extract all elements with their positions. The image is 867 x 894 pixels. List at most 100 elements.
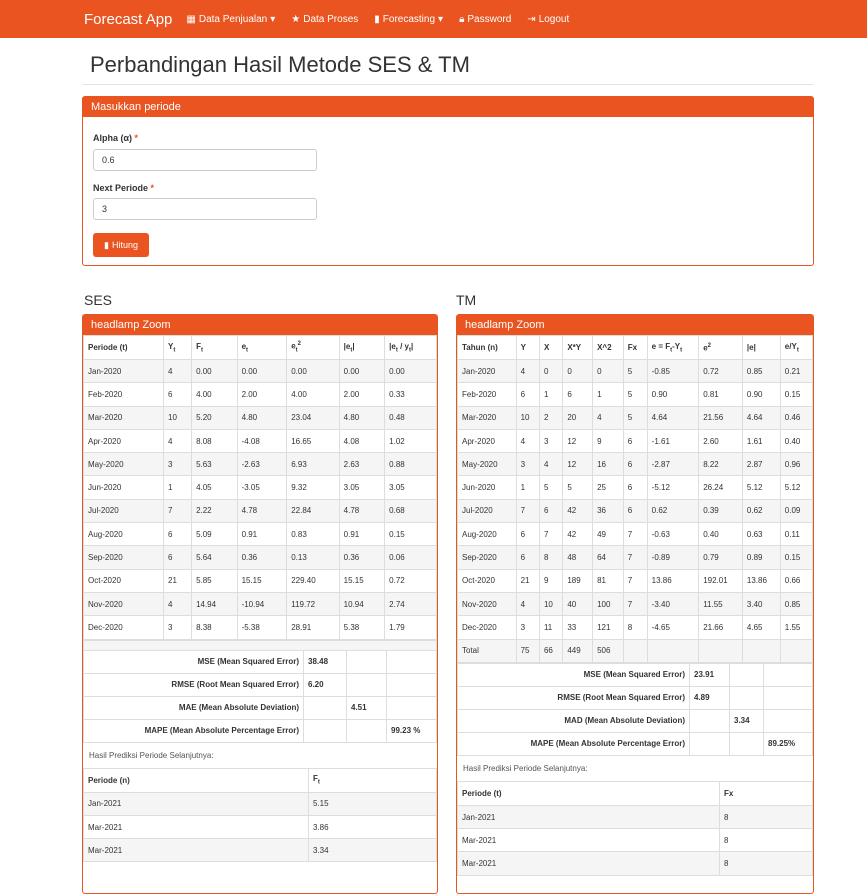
table-cell: 4.00 <box>286 382 340 407</box>
table-cell: 9 <box>592 428 624 454</box>
col-y: Y <box>515 335 540 360</box>
table-cell: 0.62 <box>741 498 781 524</box>
table-cell: 5 <box>622 382 648 407</box>
table-cell: 11.55 <box>698 591 743 617</box>
table-cell: 4.64 <box>741 405 781 430</box>
table-cell: Jul-2020 <box>83 498 164 524</box>
table-cell: 7 <box>162 498 193 524</box>
table-cell: 8 <box>719 828 813 853</box>
ses-title: SES <box>84 292 113 308</box>
table-cell: 5.20 <box>191 405 238 430</box>
table-cell: 0.72 <box>384 568 437 593</box>
table-cell: Dec-2020 <box>83 615 164 640</box>
table-cell: 25 <box>592 475 624 500</box>
table-cell: 2 <box>538 405 564 430</box>
table-cell: Jan-2020 <box>457 358 517 384</box>
table-cell: -3.40 <box>646 591 700 617</box>
table-cell: 3 <box>515 452 540 477</box>
table-row: Jan-2021 5.15 <box>83 791 437 816</box>
table-cell: 36 <box>592 498 624 524</box>
table-cell: Oct-2020 <box>457 568 517 593</box>
col-periode: Periode (t) <box>83 335 164 360</box>
table-row: Feb-2020 6 1 6 1 5 0.90 0.81 0.90 0.15 <box>457 382 813 407</box>
table-cell: 10.94 <box>338 591 386 617</box>
tm-title: TM <box>456 292 477 308</box>
table-row: Dec-2020 3 11 33 121 8 -4.65 21.66 4.65 1.55 <box>457 615 813 640</box>
col-ft: Ft <box>191 335 238 360</box>
table-cell: Mar-2021 <box>457 828 720 853</box>
table-cell: 0.36 <box>338 545 386 570</box>
table-cell: 9.32 <box>286 475 340 500</box>
table-cell: 1 <box>515 475 540 500</box>
table-cell: 0.13 <box>286 545 340 570</box>
table-cell: 6 <box>515 545 540 570</box>
nav-data-penjualan[interactable]: ▦ Data Penjualan ▾ <box>186 14 275 25</box>
col-yt: Yt <box>162 335 193 360</box>
table-cell: 0.91 <box>338 522 386 547</box>
empty-cell <box>729 731 764 756</box>
hitung-button[interactable]: ▮ Hitung <box>93 233 149 257</box>
table-row: Jun-2020 1 5 5 25 6 -5.12 26.24 5.12 5.12 <box>457 475 813 500</box>
table-cell: 6 <box>515 382 540 407</box>
table-row: Aug-2020 6 5.09 0.91 0.83 0.91 0.15 <box>83 522 437 547</box>
col-abs-e: |e| <box>741 335 781 360</box>
table-cell: Jun-2020 <box>457 475 517 500</box>
table-cell: 1.61 <box>741 428 781 454</box>
table-cell: 7 <box>622 522 648 547</box>
ses-prediction-title: Hasil Prediksi Periode Selanjutnya: <box>89 750 214 760</box>
table-cell: Feb-2020 <box>83 382 164 407</box>
table-cell: 48 <box>562 545 594 570</box>
alpha-input[interactable]: 0.6 <box>93 149 317 171</box>
table-cell: 3 <box>162 452 193 477</box>
table-cell: 4 <box>515 591 540 617</box>
table-row: Mar-2021 8 <box>457 828 813 853</box>
table-cell: 5.09 <box>191 522 238 547</box>
col-x2: X^2 <box>592 335 624 360</box>
table-cell: 16 <box>592 452 624 477</box>
table-header: Periode (n) Ft <box>83 767 437 793</box>
empty-cell <box>346 718 387 743</box>
table-cell: Oct-2020 <box>83 568 164 593</box>
nav-data-proses[interactable]: ★ Data Proses <box>291 14 358 25</box>
table-row: Mar-2020 10 5.20 4.80 23.04 4.80 0.48 <box>83 405 437 430</box>
table-cell: 5 <box>562 475 594 500</box>
col-fx: Fx <box>719 780 813 806</box>
table-cell: 8 <box>719 804 813 830</box>
grid-icon: ▦ <box>186 13 196 25</box>
col-fx: Fx <box>622 335 648 360</box>
table-row: Dec-2020 3 8.38 -5.38 28.91 5.38 1.79 <box>83 615 437 640</box>
nav-password[interactable]: 🔒︎ Password <box>459 14 511 25</box>
table-row: May-2020 3 4 12 16 6 -2.87 8.22 2.87 0.96 <box>457 452 813 477</box>
table-cell: 6 <box>622 475 648 500</box>
nav-forecasting[interactable]: ▮ Forecasting ▾ <box>374 14 443 25</box>
empty-cell <box>729 662 764 687</box>
table-cell: 506 <box>592 638 624 663</box>
table-row: Oct-2020 21 5.85 15.15 229.40 15.15 0.72 <box>83 568 437 593</box>
table-cell: Jan-2021 <box>457 804 720 830</box>
mse-label: MSE (Mean Squared Error) <box>83 649 304 674</box>
table-row: Jun-2020 1 4.05 -3.05 9.32 3.05 3.05 <box>83 475 437 500</box>
bar-chart-icon: ▮ <box>104 239 109 250</box>
nav-logout[interactable]: ⇥ Logout <box>527 14 569 25</box>
next-periode-input[interactable]: 3 <box>93 198 317 220</box>
tm-table: Tahun (n) Y X X*Y X^2 Fx e = Ft-Yt e2 |e… <box>457 335 813 663</box>
table-row: Jul-2020 7 6 42 36 6 0.62 0.39 0.62 0.09 <box>457 498 813 524</box>
table-cell: 119.72 <box>286 591 340 617</box>
nav-label: Password <box>467 13 512 25</box>
ses-panel: headlamp Zoom Periode (t) Yt Ft et et2 |… <box>82 314 438 894</box>
table-cell: 0.88 <box>384 452 437 477</box>
metric-spacer <box>83 639 437 651</box>
table-row: Feb-2020 6 4.00 2.00 4.00 2.00 0.33 <box>83 382 437 407</box>
table-cell: 0.66 <box>779 568 813 593</box>
table-cell: 10 <box>515 405 540 430</box>
col-et-yt: |et / yt| <box>384 335 437 360</box>
bar-chart-icon: ▮ <box>374 13 380 25</box>
table-row: Jan-2020 4 0.00 0.00 0.00 0.00 0.00 <box>83 358 437 384</box>
table-cell: -2.63 <box>236 452 288 477</box>
table-cell: 0.90 <box>646 382 700 407</box>
mape-row: MAPE (Mean Absolute Percentage Error) 99… <box>83 718 437 743</box>
mae-label: MAE (Mean Absolute Deviation) <box>83 695 304 720</box>
brand-link[interactable]: Forecast App <box>84 11 172 28</box>
col-ft: Ft <box>308 767 437 793</box>
table-cell: Apr-2020 <box>457 428 517 454</box>
